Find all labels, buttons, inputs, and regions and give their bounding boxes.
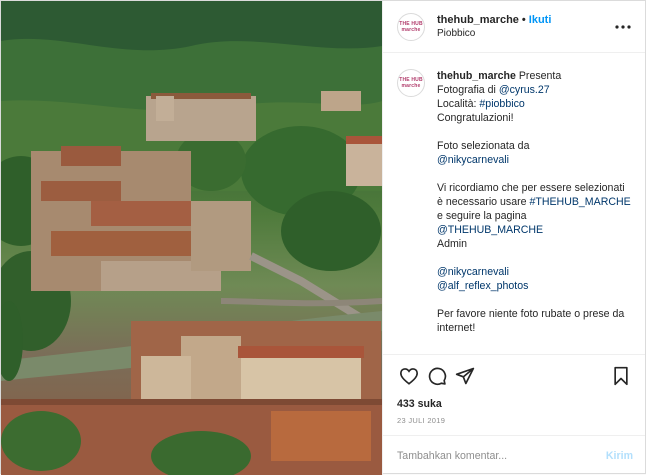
post-header: THE HUB marche thehub_marche • Ikuti Pio… [383,1,645,53]
caption-line-localita: Località: [437,98,480,110]
caption-line-foto-selezionata: Foto selezionata da [437,140,530,152]
caption: thehub_marche Presenta Fotografia di @cy… [437,69,633,354]
comments-area: THE HUB marche thehub_marche Presenta Fo… [383,53,645,354]
mention-cyrus[interactable]: @cyrus.27 [499,84,550,96]
profile-avatar[interactable]: THE HUB marche [397,12,425,41]
caption-line-fotografia: Fotografia di [437,84,499,96]
header-username[interactable]: thehub_marche [437,13,519,27]
caption-line-presenta: Presenta [518,70,562,82]
caption-avatar[interactable]: THE HUB marche [397,69,425,97]
caption-username[interactable]: thehub_marche [437,70,516,82]
header-text: thehub_marche • Ikuti Piobbico [437,13,613,41]
post-sidebar: THE HUB marche thehub_marche • Ikuti Pio… [382,1,645,475]
post-date[interactable]: 23 JULI 2019 [383,412,645,435]
more-options-icon[interactable] [613,17,633,37]
mention-thehub-marche[interactable]: @THEHUB_MARCHE [437,224,543,236]
location-link[interactable]: Piobbico [437,27,613,41]
comment-icon[interactable] [423,362,451,390]
post-photo[interactable] [1,1,382,475]
hashtag-thehub-marche[interactable]: #THEHUB_MARCHE [529,196,630,208]
add-comment-bar: Kirim [383,435,645,475]
village-image [1,1,382,475]
follow-button[interactable]: Ikuti [529,13,552,27]
caption-line-admin: Admin [437,238,468,250]
share-icon[interactable] [451,362,479,390]
heart-icon[interactable] [395,362,423,390]
caption-avatar-logo: THE HUB marche [399,77,423,89]
caption-line-seguire: e seguire la pagina [437,210,527,222]
header-separator: • [521,13,526,26]
likes-count[interactable]: 433 suka [383,396,645,412]
hashtag-piobbico[interactable]: #piobbico [479,98,524,110]
bookmark-icon[interactable] [607,362,635,390]
header-top-line: thehub_marche • Ikuti [437,13,613,27]
action-bar [383,354,645,396]
caption-line-congratulazioni: Congratulazioni! [437,112,514,124]
post-comment-button[interactable]: Kirim [606,450,633,462]
caption-line-per-favore: Per favore niente foto rubate o prese da… [437,308,625,334]
post-card: THE HUB marche thehub_marche • Ikuti Pio… [0,0,646,475]
comment-input[interactable] [397,449,606,462]
mention-nikycarnevali-2[interactable]: @nikycarnevali [437,265,633,279]
mention-nikycarnevali-1[interactable]: @nikycarnevali [437,153,633,167]
avatar-logo: THE HUB marche [399,20,423,33]
mention-alf-reflex[interactable]: @alf_reflex_photos [437,279,633,293]
